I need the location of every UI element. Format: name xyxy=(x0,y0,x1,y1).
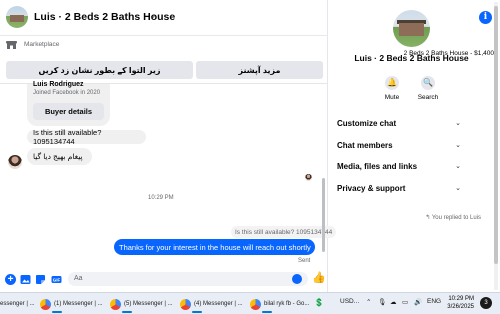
marketplace-icon xyxy=(6,41,17,49)
message-status: Sent xyxy=(298,258,311,264)
buyer-name: Luis Rodriguez xyxy=(33,81,84,88)
panel-scrollbar-thumb[interactable] xyxy=(494,6,498,264)
chevron-down-icon: ⌄ xyxy=(455,163,461,170)
chat-members-label: Chat members xyxy=(337,141,393,150)
privacy-support-label: Privacy & support xyxy=(337,184,406,193)
gif-icon[interactable]: GIF xyxy=(51,274,62,285)
more-options-button[interactable]: مزید آپشنز xyxy=(196,61,323,79)
svg-text:GIF: GIF xyxy=(53,277,61,282)
chevron-down-icon: ⌄ xyxy=(455,142,461,149)
taskbar-item[interactable]: (1) Messenger | ... xyxy=(40,297,103,313)
media-files-links-label: Media, files and links xyxy=(337,162,418,171)
chevron-up-icon[interactable]: ⌃ xyxy=(366,298,371,306)
dollar-icon[interactable]: 💲 xyxy=(314,298,324,307)
taskbar-item[interactable]: bilal ryk fb - Go... xyxy=(250,297,310,313)
buyer-details-button[interactable]: Buyer details xyxy=(33,103,104,120)
panel-scrollbar[interactable] xyxy=(494,2,498,290)
taskbar-item[interactable]: (4) Messenger | ... xyxy=(180,297,243,313)
chat-avatar[interactable] xyxy=(6,6,28,28)
chrome-icon xyxy=(40,298,51,310)
clock-time: 10:29 PM xyxy=(448,296,474,302)
outgoing-message[interactable]: Thanks for your interest in the house wi… xyxy=(114,239,315,255)
mic-icon[interactable]: 🎙 xyxy=(378,298,386,306)
chat-members-row[interactable]: Chat members ⌄ xyxy=(337,141,461,150)
mute-action[interactable]: 🔔 Mute xyxy=(372,76,412,101)
incoming-message[interactable]: پیغام بھیج دیا گیا xyxy=(27,148,92,165)
listing-avatar[interactable] xyxy=(393,10,430,47)
taskbar-item-label: (4) Messenger | ... xyxy=(194,301,243,307)
chevron-down-icon: ⌄ xyxy=(455,120,461,127)
chrome-icon xyxy=(180,298,191,310)
emoji-icon[interactable] xyxy=(292,274,302,284)
onedrive-icon[interactable]: ☁ xyxy=(390,298,397,306)
contact-avatar[interactable] xyxy=(8,155,22,169)
image-icon[interactable] xyxy=(20,274,31,285)
taskbar-item-label: bilal ryk fb - Go... xyxy=(264,301,310,307)
mute-label: Mute xyxy=(384,94,400,101)
display-icon[interactable]: ▭ xyxy=(402,298,408,306)
message-input[interactable]: Aa xyxy=(68,272,308,286)
currency-widget[interactable]: USD... xyxy=(340,298,359,305)
search-label: Search xyxy=(417,94,439,101)
incoming-message[interactable]: Is this still available? 1095134744 xyxy=(27,128,146,146)
media-files-links-row[interactable]: Media, files and links ⌄ xyxy=(337,162,461,171)
chevron-down-icon[interactable]: ⌄ xyxy=(149,10,157,21)
clock[interactable]: 10:29 PM 3/26/2025 xyxy=(442,295,474,311)
plus-icon[interactable]: + xyxy=(5,274,16,285)
sticker-icon[interactable] xyxy=(35,274,46,285)
buyer-joined: Joined Facebook in 2020 xyxy=(33,90,101,96)
taskbar-item-label: essenger | ... xyxy=(0,301,35,307)
clock-date: 3/26/2025 xyxy=(447,304,474,310)
language-indicator[interactable]: ENG xyxy=(427,298,441,305)
volume-icon[interactable]: 🔊 xyxy=(414,298,422,306)
chrome-icon xyxy=(250,298,261,310)
marketplace-label: Marketplace xyxy=(24,41,60,48)
chrome-icon xyxy=(110,298,121,310)
seen-avatar xyxy=(305,174,312,181)
search-action[interactable]: 🔍 Search xyxy=(408,76,448,101)
search-icon: 🔍 xyxy=(421,76,435,90)
bell-icon: 🔔 xyxy=(385,76,399,90)
thumbs-up-icon[interactable]: 👍 xyxy=(312,272,326,285)
privacy-support-row[interactable]: Privacy & support ⌄ xyxy=(337,184,461,193)
customize-chat-row[interactable]: Customize chat ⌄ xyxy=(337,119,461,128)
messenger-window: Luis · 2 Beds 2 Baths House ⌄ i Marketpl… xyxy=(0,0,500,314)
customize-chat-label: Customize chat xyxy=(337,119,397,128)
taskbar-item-label: (5) Messenger | ... xyxy=(124,301,173,307)
chevron-down-icon: ⌄ xyxy=(455,185,461,192)
time-separator: 10:29 PM xyxy=(148,195,174,201)
taskbar-item[interactable]: (5) Messenger | ... xyxy=(110,297,173,313)
mark-pending-button[interactable]: زیر التوا کے بطور نشان زد کریں xyxy=(6,61,193,79)
panel-title: Luis · 2 Beds 2 Baths House xyxy=(354,53,469,63)
thread-scrollbar-thumb[interactable] xyxy=(322,178,325,252)
notification-badge[interactable]: 3 xyxy=(480,297,492,309)
taskbar-item-label: (1) Messenger | ... xyxy=(54,301,103,307)
taskbar-item[interactable]: essenger | ... xyxy=(0,297,35,311)
